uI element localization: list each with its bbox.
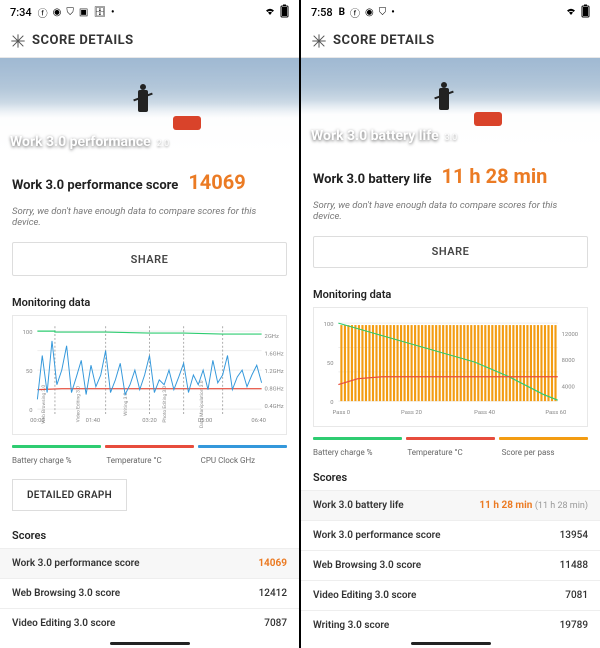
svg-text:2GHz: 2GHz (265, 334, 279, 340)
svg-text:50: 50 (26, 369, 33, 375)
hero-title: Work 3.0 battery life (311, 128, 439, 144)
score-value: 14069 (188, 170, 245, 194)
score-label: Work 3.0 battery life (313, 172, 432, 187)
dot-icon: • (111, 7, 115, 18)
svg-text:03:20: 03:20 (142, 418, 157, 424)
svg-text:0: 0 (330, 400, 333, 406)
phone-right: 7:58 B ⓕ ◉ ⛉ • SCORE DETAILS (301, 0, 600, 648)
svg-text:0.4GHz: 0.4GHz (265, 404, 284, 410)
app-header: SCORE DETAILS (0, 24, 299, 58)
facebook-icon: ⓕ (38, 5, 48, 20)
svg-text:Pass 0: Pass 0 (332, 410, 350, 416)
battery-icon (581, 4, 590, 21)
battery-icon (280, 4, 289, 21)
facebook-icon: ⓕ (350, 5, 360, 20)
svg-text:Photo Editing 3.0: Photo Editing 3.0 (162, 386, 168, 423)
monitoring-chart[interactable]: Web Browsing 3.0 Video Editing 3.0 Writi… (12, 315, 287, 439)
status-time: 7:34 (10, 6, 32, 19)
nav-bar[interactable] (0, 640, 299, 648)
wifi-icon (263, 6, 277, 19)
app-header: SCORE DETAILS (301, 24, 600, 58)
svg-text:0.8GHz: 0.8GHz (265, 387, 284, 393)
table-row[interactable]: Work 3.0 performance score 14069 (0, 548, 299, 578)
status-left-icons: ⓕ ◉ ⛉ ▣ 🗄 • (38, 5, 115, 20)
scores-title: Scores (0, 523, 299, 548)
legend-bars (12, 445, 287, 448)
shield-icon: ⛉ (379, 7, 387, 18)
table-row[interactable]: Writing 3.0 score 19789 (301, 610, 600, 640)
page-title: SCORE DETAILS (333, 33, 435, 48)
hero-subtitle: 3.0 (445, 133, 458, 143)
svg-text:Writing 3.0: Writing 3.0 (123, 392, 129, 415)
svg-text:0: 0 (29, 408, 32, 414)
share-button[interactable]: SHARE (12, 242, 287, 276)
page-title: SCORE DETAILS (32, 33, 134, 48)
hero-image: Work 3.0 battery life 3.0 (301, 58, 600, 152)
hero-title: Work 3.0 performance (10, 134, 151, 150)
scores-title: Scores (301, 465, 600, 490)
score-row: Work 3.0 battery life 11 h 28 min (301, 152, 600, 196)
svg-text:1.6GHz: 1.6GHz (265, 352, 284, 358)
b-icon: B (339, 7, 345, 18)
monitoring-chart[interactable]: 100 50 0 12000 8000 4000 Pass 0 Pass 20 Pas… (313, 307, 588, 431)
status-left-icons: B ⓕ ◉ ⛉ • (339, 5, 395, 20)
svg-text:Pass 60: Pass 60 (545, 410, 566, 416)
table-row[interactable]: Web Browsing 3.0 score 11488 (301, 550, 600, 580)
monitoring-title: Monitoring data (301, 280, 600, 307)
share-button[interactable]: SHARE (313, 236, 588, 268)
svg-text:01:40: 01:40 (86, 418, 101, 424)
status-bar: 7:58 B ⓕ ◉ ⛉ • (301, 0, 600, 24)
hero-image: Work 3.0 performance 2.0 (0, 58, 299, 158)
svg-text:100: 100 (23, 330, 33, 336)
table-row[interactable]: Work 3.0 performance score 13954 (301, 520, 600, 550)
snowflake-icon (311, 33, 327, 49)
svg-text:1.2GHz: 1.2GHz (265, 369, 284, 375)
snowflake-icon (10, 33, 26, 49)
app-icon: ◉ (53, 7, 62, 18)
scores-table: Work 3.0 performance score 14069 Web Bro… (0, 548, 299, 638)
wifi-icon (564, 6, 578, 19)
hero-subtitle: 2.0 (157, 139, 170, 149)
score-row: Work 3.0 performance score 14069 (0, 158, 299, 202)
svg-text:8000: 8000 (562, 358, 575, 364)
table-row[interactable]: Web Browsing 3.0 score 12412 (0, 578, 299, 608)
detailed-graph-button[interactable]: DETAILED GRAPH (12, 479, 127, 511)
svg-text:4000: 4000 (562, 384, 575, 390)
score-label: Work 3.0 performance score (12, 178, 178, 193)
no-compare-message: Sorry, we don't have enough data to comp… (0, 202, 299, 238)
table-row[interactable]: Work 3.0 battery life 11 h 28 min (11 h … (301, 490, 600, 520)
svg-text:50: 50 (327, 361, 334, 367)
table-row[interactable]: Video Editing 3.0 score 7081 (301, 580, 600, 610)
briefcase-icon: 🗄 (93, 7, 106, 18)
svg-text:100: 100 (324, 322, 334, 328)
status-bar: 7:34 ⓕ ◉ ⛉ ▣ 🗄 • (0, 0, 299, 24)
table-row[interactable]: Video Editing 3.0 score 7087 (0, 608, 299, 638)
monitoring-title: Monitoring data (0, 288, 299, 315)
status-time: 7:58 (311, 6, 333, 19)
svg-text:Pass 40: Pass 40 (474, 410, 495, 416)
dot-icon: • (391, 7, 395, 18)
no-compare-message: Sorry, we don't have enough data to comp… (301, 196, 600, 232)
svg-text:Pass 20: Pass 20 (401, 410, 422, 416)
scores-table: Work 3.0 battery life 11 h 28 min (11 h … (301, 490, 600, 640)
legend-row: Battery charge % Temperature °C CPU Cloc… (12, 456, 287, 465)
score-value: 11 h 28 min (442, 164, 548, 188)
app-icon: ◉ (365, 7, 374, 18)
svg-text:05:00: 05:00 (198, 418, 213, 424)
phone-left: 7:34 ⓕ ◉ ⛉ ▣ 🗄 • SCORE DETAILS (0, 0, 299, 648)
legend-row: Battery charge % Temperature °C Score pe… (313, 448, 588, 457)
shield-icon: ⛉ (66, 7, 74, 18)
legend-bars (313, 437, 588, 440)
nav-bar[interactable] (301, 640, 600, 648)
svg-text:12000: 12000 (562, 332, 578, 338)
box-icon: ▣ (79, 7, 88, 18)
svg-text:00:00: 00:00 (30, 418, 45, 424)
svg-text:Video Editing 3.0: Video Editing 3.0 (75, 386, 81, 423)
svg-text:06:40: 06:40 (251, 418, 266, 424)
